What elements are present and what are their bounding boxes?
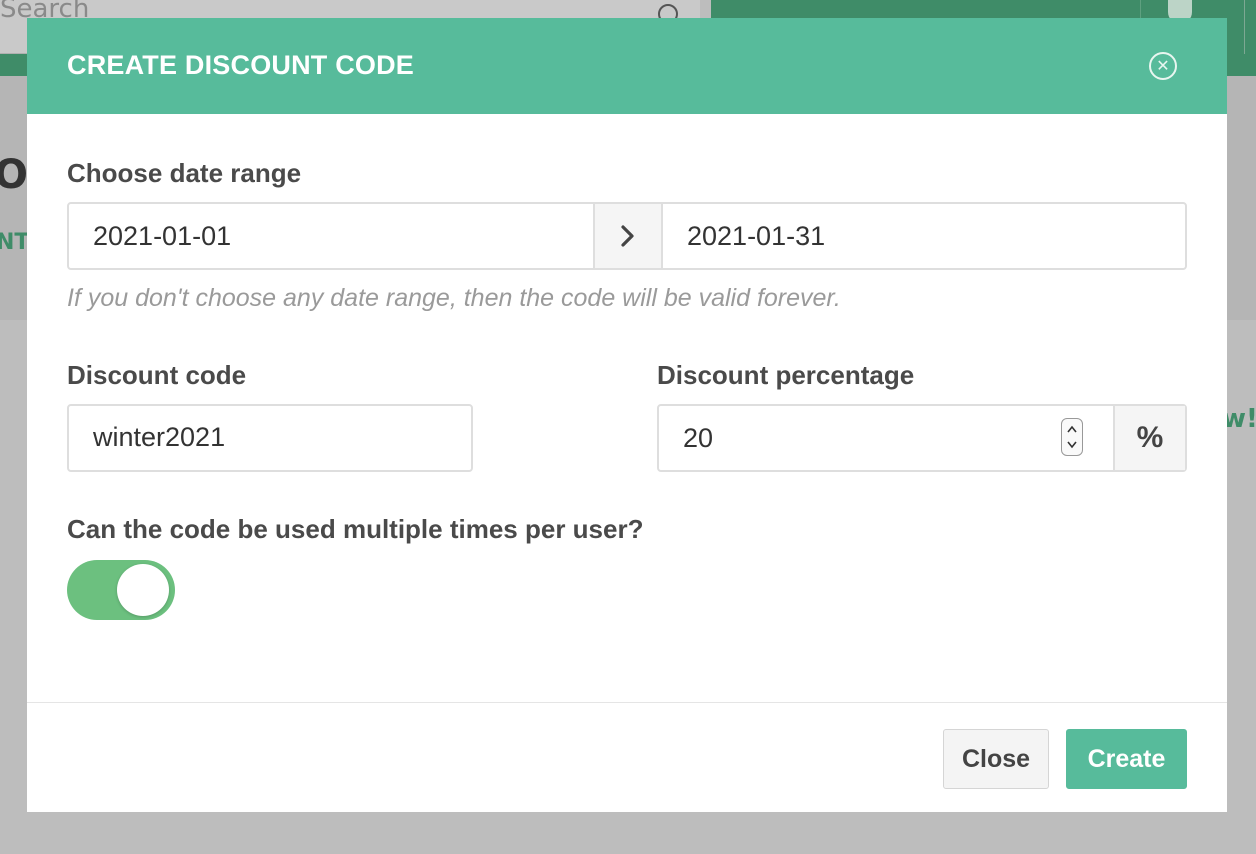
number-stepper[interactable] bbox=[1061, 418, 1083, 456]
chevron-down-icon[interactable] bbox=[1066, 440, 1078, 450]
modal-header: CREATE DISCOUNT CODE ✕ bbox=[27, 18, 1227, 114]
background-link: NT bbox=[0, 230, 30, 255]
chevron-right-icon bbox=[621, 225, 634, 247]
date-range-hint: If you don't choose any date range, then… bbox=[67, 284, 841, 312]
date-range-separator bbox=[593, 204, 663, 268]
date-range-label: Choose date range bbox=[67, 158, 302, 188]
toggle-knob bbox=[117, 564, 169, 616]
percent-addon: % bbox=[1113, 406, 1185, 470]
multiple-use-toggle[interactable] bbox=[67, 560, 175, 620]
multiple-use-label: Can the code be used multiple times per … bbox=[67, 514, 644, 544]
create-button[interactable]: Create bbox=[1066, 729, 1187, 789]
modal-title: CREATE DISCOUNT CODE bbox=[67, 50, 415, 80]
background-divider bbox=[1244, 0, 1245, 54]
discount-code-input[interactable]: winter2021 bbox=[67, 404, 473, 472]
date-range-picker: 2021-01-01 2021-01-31 bbox=[67, 202, 1187, 270]
discount-percentage-label: Discount percentage bbox=[657, 360, 915, 390]
discount-percentage-input[interactable]: 20 bbox=[659, 406, 1113, 470]
close-icon[interactable]: ✕ bbox=[1149, 52, 1177, 80]
discount-code-label: Discount code bbox=[67, 360, 247, 390]
end-date-input[interactable]: 2021-01-31 bbox=[663, 204, 1185, 268]
discount-percentage-group: 20 % bbox=[657, 404, 1187, 472]
background-new-text: w! bbox=[1222, 404, 1256, 434]
close-button[interactable]: Close bbox=[943, 729, 1049, 789]
chevron-up-icon[interactable] bbox=[1066, 424, 1078, 434]
background-page-title: O bbox=[0, 152, 29, 198]
start-date-input[interactable]: 2021-01-01 bbox=[69, 204, 593, 268]
modal-footer: Close Create bbox=[27, 702, 1227, 812]
create-discount-modal: CREATE DISCOUNT CODE ✕ Choose date range… bbox=[27, 18, 1227, 812]
